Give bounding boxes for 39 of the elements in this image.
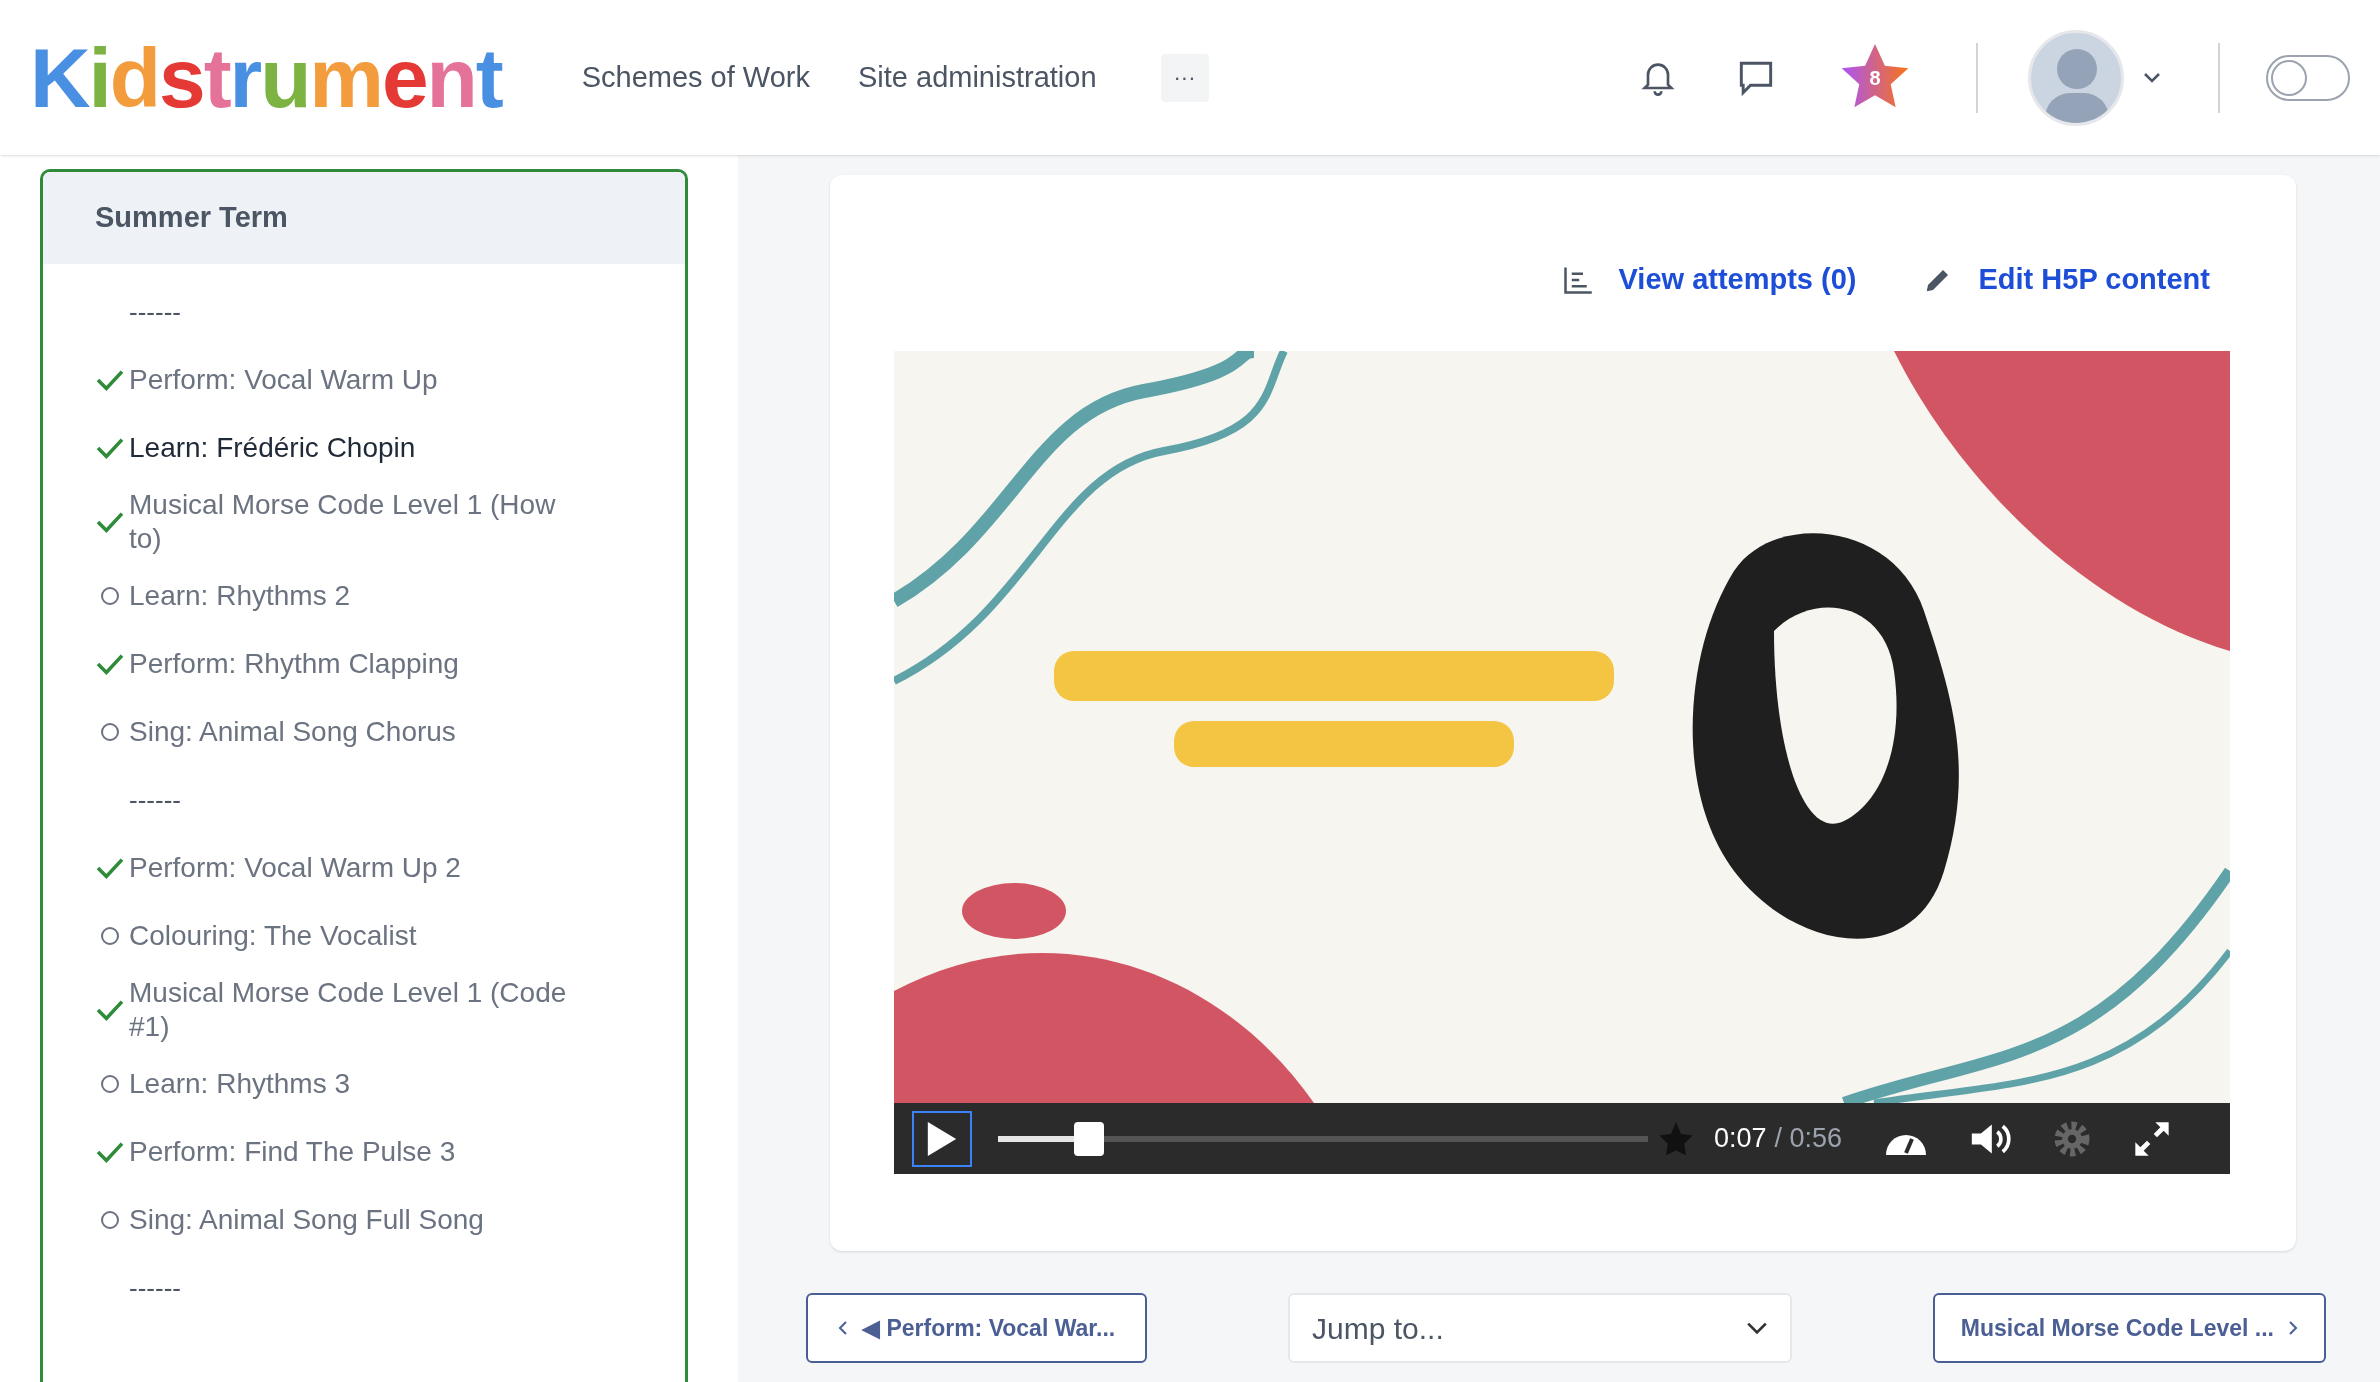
chevron-down-icon: [1746, 1321, 1768, 1335]
view-attempts-link[interactable]: View attempts (0): [1562, 258, 1857, 302]
previous-activity-link[interactable]: ◀ Perform: Vocal War...: [806, 1293, 1148, 1363]
logo[interactable]: Kidstrument: [30, 35, 502, 120]
activity-link[interactable]: Musical Morse Code Level 1 (Code #1): [129, 976, 589, 1044]
separator-text: ------: [129, 783, 181, 817]
dark-mode-toggle[interactable]: [2266, 54, 2350, 101]
current-time: 0:07: [1714, 1122, 1767, 1156]
activity-link[interactable]: Perform: Vocal Warm Up: [129, 363, 438, 397]
activity-link[interactable]: Perform: Rhythm Clapping: [129, 647, 459, 681]
bar-chart-icon: [1562, 266, 1593, 294]
seek-handle[interactable]: [1074, 1121, 1104, 1156]
nav-link[interactable]: Schemes of Work: [581, 55, 810, 100]
separator-text: ------: [129, 295, 181, 329]
star-icon[interactable]: [1658, 1120, 1694, 1157]
play-button[interactable]: [912, 1110, 972, 1167]
activity-link[interactable]: Learn: Rhythms 2: [129, 579, 350, 613]
nav-link[interactable]: Site administration: [858, 55, 1097, 100]
activity-link[interactable]: Perform: Vocal Warm Up 2: [129, 851, 461, 885]
seek-slider[interactable]: [998, 1121, 1648, 1156]
separator-text: ------: [129, 1271, 181, 1305]
more-button[interactable]: ···: [1160, 53, 1209, 102]
placeholder-text: Jump to...: [1312, 1310, 1444, 1347]
activity-link[interactable]: Colouring: The Vocalist: [129, 919, 417, 953]
chevron-right-icon: [2288, 1320, 2298, 1336]
next-activity-link[interactable]: Musical Morse Code Level ...: [1932, 1293, 2326, 1363]
play-icon: [927, 1121, 957, 1156]
activity-link[interactable]: Perform: Find The Pulse 3: [129, 1135, 456, 1169]
caret-icon[interactable]: [2142, 70, 2162, 85]
duration: / 0:56: [1774, 1122, 1843, 1156]
activity-link[interactable]: Musical Morse Code Level 1 (How to): [129, 488, 589, 556]
jump-to-select[interactable]: Jump to...: [1288, 1293, 1792, 1363]
section-heading[interactable]: Summer Term: [43, 172, 685, 264]
activity-link[interactable]: Learn: Frédéric Chopin: [129, 431, 416, 465]
activity-link[interactable]: Sing: Animal Song Chorus: [129, 715, 456, 749]
activity-link[interactable]: Learn: Rhythms 3: [129, 1067, 350, 1101]
activity-link[interactable]: Sing: Animal Song Full Song: [129, 1203, 484, 1237]
chevron-left-icon: [838, 1320, 848, 1336]
edit-content-link[interactable]: Edit H5P content: [1922, 258, 2210, 302]
